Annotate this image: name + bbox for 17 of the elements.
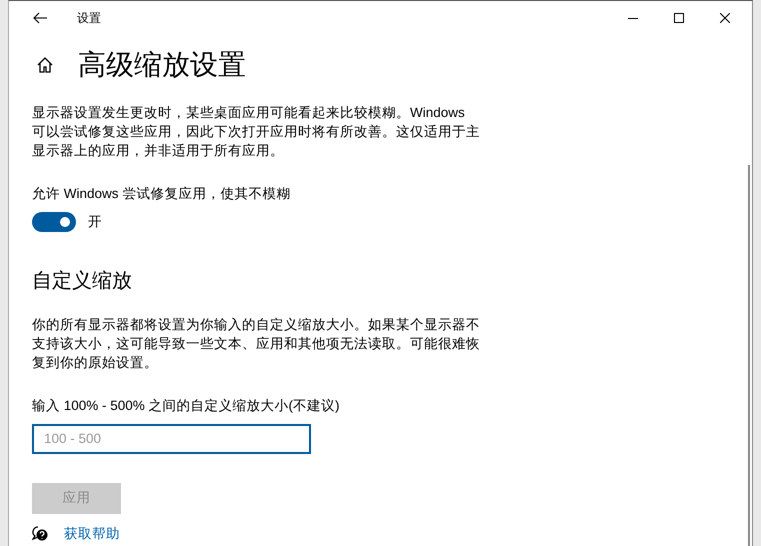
home-icon[interactable] <box>36 56 54 74</box>
toggle-switch[interactable] <box>32 212 76 232</box>
window-title: 设置 <box>77 10 101 27</box>
help-icon <box>32 526 48 542</box>
close-icon <box>720 13 730 23</box>
description-text: 显示器设置发生更改时，某些桌面应用可能看起来比较模糊。Windows 可以尝试修复这些应用，因此下次打开应用时将有所改善。这仅适用于主显示器上的应用，并非适用于所有应用。 <box>32 104 480 160</box>
section-heading: 自定义缩放 <box>32 268 133 292</box>
back-arrow-icon <box>33 12 47 24</box>
toggle-state-text: 开 <box>88 213 102 232</box>
field-label: 输入 100% - 500% 之间的自定义缩放大小(不建议) <box>32 396 341 415</box>
page-heading: 高级缩放设置 <box>78 51 246 79</box>
toggle-label: 允许 Windows 尝试修复应用，使其不模糊 <box>32 185 292 203</box>
maximize-icon <box>674 13 684 23</box>
scale-input-field[interactable]: 100 - 500 <box>32 424 311 454</box>
description-text: 你的所有显示器都将设置为你输入的自定义缩放大小。如果某个显示器不支持该大小，这可能导致一些文本、应用和其他项无法读取。可能很难恢复到你的原始设置。 <box>32 316 480 372</box>
scrollbar[interactable] <box>748 165 750 546</box>
help-link[interactable]: 获取帮助 <box>64 527 120 540</box>
